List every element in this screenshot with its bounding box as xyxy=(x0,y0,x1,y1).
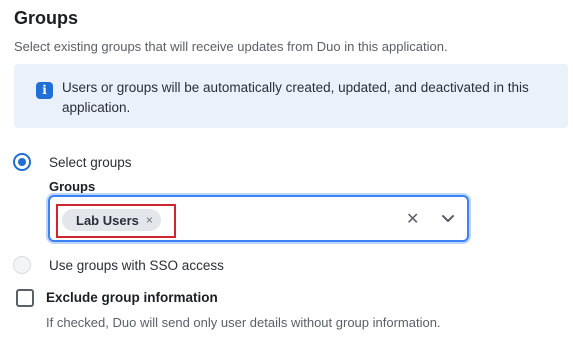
group-tag-label: Lab Users xyxy=(76,212,139,228)
remove-tag-icon[interactable]: × xyxy=(146,213,153,227)
clear-icon[interactable]: ✕ xyxy=(406,209,419,229)
info-banner-text: Users or groups will be automatically cr… xyxy=(62,80,529,115)
select-groups-radio[interactable] xyxy=(13,153,31,171)
sso-groups-label[interactable]: Use groups with SSO access xyxy=(49,258,224,273)
info-banner: i Users or groups will be automatically … xyxy=(14,64,568,128)
select-groups-label[interactable]: Select groups xyxy=(49,155,132,170)
exclude-group-label[interactable]: Exclude group information xyxy=(46,290,218,305)
groups-field-label: Groups xyxy=(49,179,96,194)
info-icon: i xyxy=(36,82,53,99)
sso-groups-radio[interactable] xyxy=(13,256,31,274)
chevron-down-icon[interactable] xyxy=(441,211,455,225)
exclude-group-checkbox[interactable] xyxy=(16,289,34,307)
groups-select[interactable]: Lab Users × ✕ xyxy=(48,195,469,242)
group-tag-lab-users[interactable]: Lab Users × xyxy=(62,209,161,231)
exclude-group-help: If checked, Duo will send only user deta… xyxy=(46,315,441,330)
section-subtitle: Select existing groups that will receive… xyxy=(14,39,448,54)
section-title: Groups xyxy=(14,8,79,28)
